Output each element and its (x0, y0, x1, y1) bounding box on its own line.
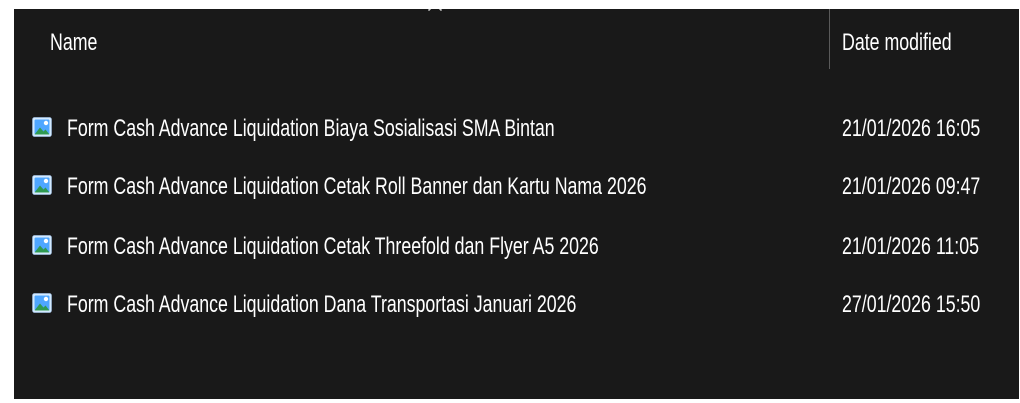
file-row[interactable]: Form Cash Advance Liquidation Cetak Thre… (14, 219, 1019, 277)
file-name[interactable]: Form Cash Advance Liquidation Biaya Sosi… (67, 115, 555, 143)
column-divider[interactable] (829, 9, 830, 69)
date-modified-column-header[interactable]: Date modified (842, 29, 952, 57)
file-name[interactable]: Form Cash Advance Liquidation Cetak Roll… (67, 173, 647, 201)
column-header-row: Name Date modified (14, 9, 1019, 81)
file-name[interactable]: Form Cash Advance Liquidation Cetak Thre… (67, 233, 599, 261)
file-row[interactable]: Form Cash Advance Liquidation Biaya Sosi… (14, 101, 1019, 159)
image-file-icon (32, 117, 52, 137)
file-date-modified: 27/01/2026 15:50 (842, 291, 981, 318)
image-file-icon (32, 235, 52, 255)
file-date-modified: 21/01/2026 09:47 (842, 173, 981, 200)
name-column-header[interactable]: Name (50, 29, 97, 57)
file-list: Form Cash Advance Liquidation Biaya Sosi… (14, 101, 1019, 399)
file-row[interactable]: Form Cash Advance Liquidation Dana Trans… (14, 277, 1019, 335)
file-date-modified: 21/01/2026 16:05 (842, 115, 981, 142)
file-explorer-view: Name Date modified Form Cash Advance Liq… (14, 9, 1019, 399)
image-file-icon (32, 293, 52, 313)
image-file-icon (32, 175, 52, 195)
file-date-modified: 21/01/2026 11:05 (842, 233, 979, 260)
file-row[interactable]: Form Cash Advance Liquidation Cetak Roll… (14, 159, 1019, 217)
file-name[interactable]: Form Cash Advance Liquidation Dana Trans… (67, 291, 576, 319)
